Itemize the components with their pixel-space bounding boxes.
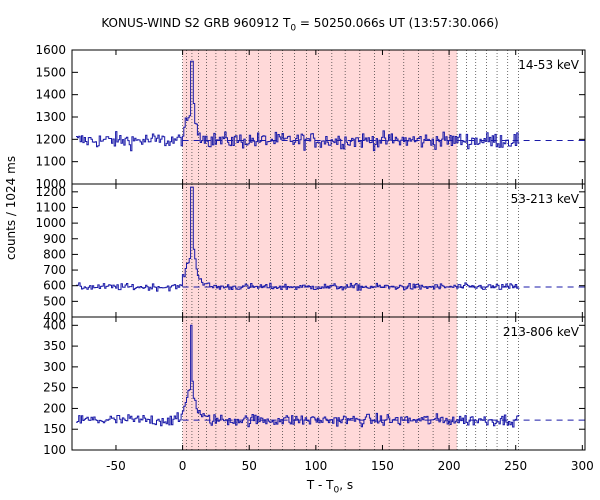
x-tick-label: 200 (438, 459, 461, 473)
y-tick-label: 400 (43, 318, 66, 332)
y-tick-label: 1200 (35, 185, 66, 199)
y-tick-label: 800 (43, 247, 66, 261)
y-tick-label: 900 (43, 232, 66, 246)
y-tick-label: 1100 (35, 200, 66, 214)
y-tick-label: 1100 (35, 155, 66, 169)
y-tick-label: 300 (43, 360, 66, 374)
y-tick-label: 1000 (35, 216, 66, 230)
y-tick-label: 350 (43, 339, 66, 353)
y-tick-label: 500 (43, 294, 66, 308)
x-tick-label: 100 (304, 459, 327, 473)
y-tick-label: 700 (43, 263, 66, 277)
y-tick-label: 1300 (35, 110, 66, 124)
x-tick-label: 150 (371, 459, 394, 473)
panel-label-1: 14-53 keV (518, 58, 580, 72)
y-tick-label: 200 (43, 401, 66, 415)
panel-label-3: 213-806 keV (503, 325, 580, 339)
x-tick-label: 300 (571, 459, 594, 473)
y-tick-label: 1200 (35, 132, 66, 146)
y-tick-label: 1500 (35, 65, 66, 79)
x-tick-label: 250 (504, 459, 527, 473)
y-tick-label: 100 (43, 443, 66, 457)
shaded-interval-2 (182, 184, 458, 317)
panel-label-2: 53-213 keV (511, 192, 580, 206)
y-tick-label: 1600 (35, 43, 66, 57)
y-tick-label: 600 (43, 279, 66, 293)
shaded-interval-3 (182, 317, 458, 450)
shaded-interval-1 (182, 50, 458, 184)
y-tick-label: 1400 (35, 88, 66, 102)
y-tick-label: 150 (43, 422, 66, 436)
x-tick-label: -50 (106, 459, 126, 473)
y-tick-label: 250 (43, 381, 66, 395)
x-tick-label: 0 (179, 459, 187, 473)
x-tick-label: 50 (242, 459, 257, 473)
lightcurve-chart: 100011001200130014001500160014-53 keV400… (35, 43, 594, 473)
